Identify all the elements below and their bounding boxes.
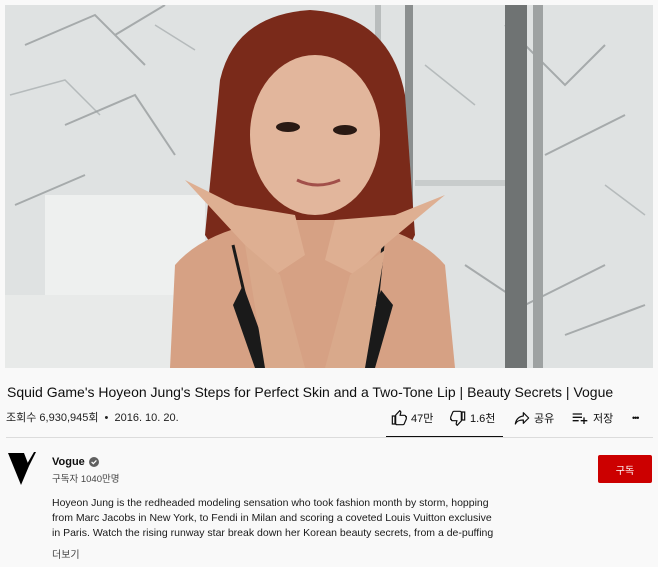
share-label: 공유	[534, 413, 555, 425]
description-line: in Paris. Watch the rising runway star b…	[52, 527, 494, 539]
video-player[interactable]	[5, 5, 653, 368]
channel-name-text: Vogue	[52, 456, 85, 468]
verified-icon	[88, 457, 99, 467]
subscriber-count: 구독자 1040만명	[52, 474, 120, 485]
video-meta: 조회수 6,930,945회 • 2016. 10. 20.	[6, 409, 179, 425]
upload-date: 2016. 10. 20.	[114, 412, 179, 424]
more-icon: •••	[632, 413, 640, 423]
share-icon	[514, 412, 530, 425]
thumbs-up-icon	[391, 410, 407, 426]
save-label: 저장	[593, 413, 614, 425]
vogue-logo-icon	[8, 452, 36, 485]
dislike-count: 1.6천	[470, 413, 496, 425]
share-button[interactable]: 공유	[514, 406, 554, 430]
description-line: from Marc Jacobs in New York, to Fendi i…	[52, 512, 492, 524]
show-more-button[interactable]: 더보기	[52, 546, 80, 561]
meta-separator: •	[104, 412, 109, 424]
subscribe-button[interactable]: 구독	[598, 455, 652, 483]
view-count: 조회수 6,930,945회	[6, 412, 99, 424]
video-description: Hoyeon Jung is the redheaded modeling se…	[52, 496, 512, 541]
thumbs-down-icon	[450, 410, 466, 426]
video-thumbnail	[5, 5, 653, 368]
like-button[interactable]: 47만	[391, 406, 433, 430]
video-title: Squid Game's Hoyeon Jung's Steps for Per…	[7, 384, 614, 400]
dislike-button[interactable]: 1.6천	[450, 406, 495, 430]
channel-name[interactable]: Vogue	[52, 456, 99, 468]
divider	[6, 437, 653, 438]
description-line: Hoyeon Jung is the redheaded modeling se…	[52, 497, 489, 509]
add-to-playlist-icon	[572, 413, 588, 424]
save-button[interactable]: 저장	[571, 406, 613, 430]
channel-avatar[interactable]	[7, 452, 37, 486]
more-actions-button[interactable]: •••	[632, 406, 640, 430]
like-count: 47만	[411, 413, 434, 425]
